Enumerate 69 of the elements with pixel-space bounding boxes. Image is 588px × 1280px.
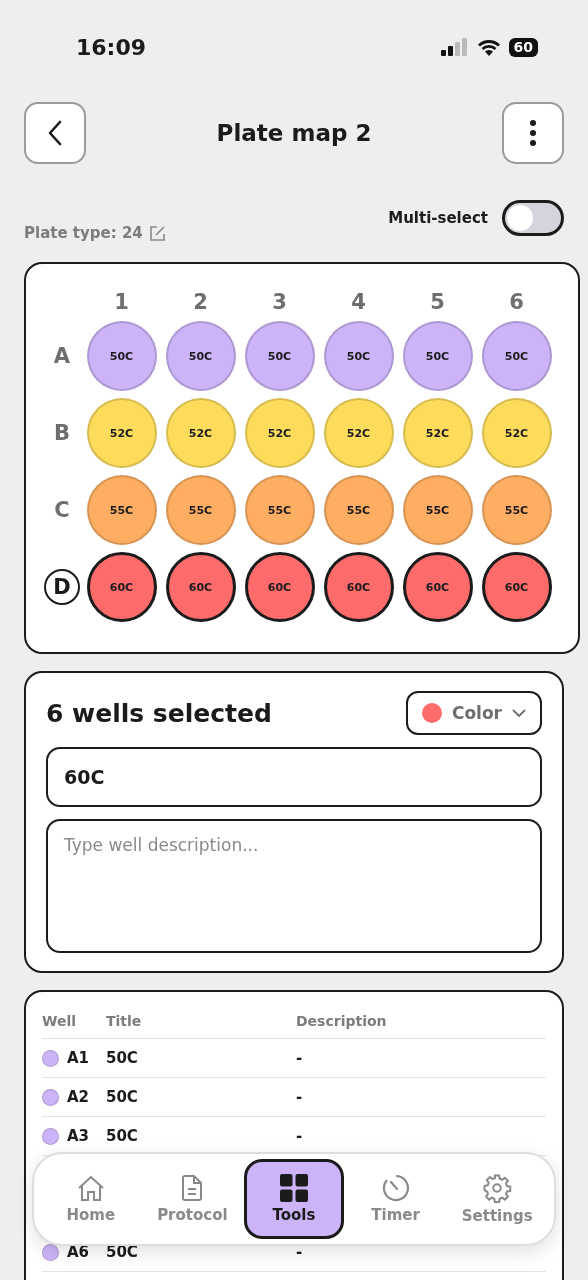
well[interactable]: 50C bbox=[323, 321, 394, 391]
column-heading: 5 bbox=[430, 290, 445, 314]
more-icon bbox=[529, 119, 537, 147]
well[interactable]: 60C bbox=[244, 552, 315, 622]
document-icon bbox=[180, 1174, 205, 1202]
column-header: Well bbox=[42, 1013, 78, 1029]
description-field[interactable]: Type well description... bbox=[46, 819, 542, 953]
plate-type-label: Plate type: 24 bbox=[24, 224, 143, 242]
timer-icon bbox=[381, 1174, 410, 1202]
well[interactable]: 55C bbox=[244, 475, 315, 545]
table-cell-text: 50C bbox=[106, 1127, 139, 1145]
edit-icon[interactable] bbox=[148, 224, 166, 242]
column-header: Title bbox=[106, 1013, 143, 1029]
grid-icon bbox=[280, 1174, 308, 1202]
well[interactable]: 55C bbox=[323, 475, 394, 545]
well[interactable]: 55C bbox=[86, 475, 157, 545]
well[interactable]: 50C bbox=[244, 321, 315, 391]
well[interactable]: 60C bbox=[86, 552, 157, 622]
selection-heading: 6 wells selected bbox=[46, 698, 272, 728]
well[interactable]: 60C bbox=[481, 552, 552, 622]
nav-tab[interactable]: Tools bbox=[244, 1159, 344, 1239]
well[interactable]: 60C bbox=[402, 552, 473, 622]
table-cell-text: - bbox=[296, 1049, 304, 1067]
chevron-down-icon bbox=[512, 708, 526, 718]
multi-select-label: Multi-select bbox=[388, 209, 488, 227]
well[interactable]: 52C bbox=[244, 398, 315, 468]
well[interactable]: 52C bbox=[323, 398, 394, 468]
screen-title: Plate map 2 bbox=[216, 120, 372, 146]
well[interactable]: 50C bbox=[481, 321, 552, 391]
well[interactable]: 60C bbox=[323, 552, 394, 622]
status-time: 16:09 bbox=[76, 34, 147, 60]
table-cell: A3 bbox=[67, 1127, 90, 1145]
row-label[interactable]: D bbox=[44, 569, 80, 605]
well[interactable]: 60C bbox=[165, 552, 236, 622]
wifi-icon bbox=[476, 38, 501, 56]
well[interactable]: 55C bbox=[165, 475, 236, 545]
table-cell: A2 bbox=[67, 1088, 90, 1106]
well[interactable]: 55C bbox=[402, 475, 473, 545]
row-label[interactable]: A bbox=[44, 338, 80, 374]
well[interactable]: 52C bbox=[481, 398, 552, 468]
table-cell-text: 50C bbox=[106, 1049, 139, 1067]
column-heading: 3 bbox=[272, 290, 287, 314]
well[interactable]: 50C bbox=[86, 321, 157, 391]
well[interactable]: 52C bbox=[402, 398, 473, 468]
column-heading: 4 bbox=[351, 290, 366, 314]
row-label[interactable]: C bbox=[44, 492, 80, 528]
column-heading: 1 bbox=[114, 290, 129, 314]
well[interactable]: 50C bbox=[402, 321, 473, 391]
color-dropdown[interactable]: Color bbox=[405, 691, 542, 735]
multi-select-toggle[interactable] bbox=[502, 200, 564, 236]
table-cell: A1 bbox=[67, 1049, 90, 1067]
column-heading: 2 bbox=[193, 290, 208, 314]
well[interactable]: 50C bbox=[165, 321, 236, 391]
battery-level: 60 bbox=[508, 37, 538, 57]
table-cell-text: - bbox=[296, 1243, 304, 1261]
column-header: Description bbox=[296, 1013, 388, 1029]
table-cell-text: - bbox=[296, 1088, 304, 1106]
well[interactable]: 52C bbox=[165, 398, 236, 468]
signal-icon bbox=[440, 38, 469, 56]
back-button[interactable] bbox=[24, 102, 86, 164]
row-label[interactable]: B bbox=[44, 415, 80, 451]
more-options-button[interactable] bbox=[502, 102, 564, 164]
well[interactable]: 55C bbox=[481, 475, 552, 545]
table-cell-text: - bbox=[296, 1127, 304, 1145]
column-heading: 6 bbox=[509, 290, 524, 314]
settings-icon bbox=[482, 1173, 513, 1203]
well[interactable]: 52C bbox=[86, 398, 157, 468]
table-cell-text: 50C bbox=[106, 1088, 139, 1106]
title-field[interactable]: 60C bbox=[46, 747, 542, 807]
